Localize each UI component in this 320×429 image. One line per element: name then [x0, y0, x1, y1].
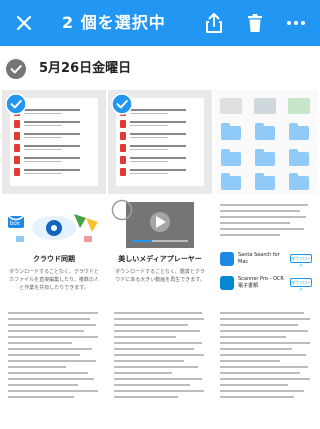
promo-caption-cloud: クラウド同期 [33, 255, 75, 263]
article-text-screenshot [220, 312, 312, 402]
date-section-header: 5月26日金曜日 [0, 54, 320, 84]
promo-caption-media: 美しいメディアプレーヤー [118, 255, 202, 263]
select-all-date-checkbox[interactable] [5, 58, 27, 80]
thumbnail-tile-3[interactable] [214, 90, 318, 194]
thumbnail-tile-7[interactable] [2, 302, 106, 429]
more-options-icon[interactable] [284, 11, 308, 35]
promo-description-cloud: ダウンロードすることなく、クラウドとカファイルを直接編集したり、複数の人と作業を… [9, 269, 99, 291]
app-download-button[interactable]: ダウンロード [290, 278, 312, 292]
selection-count-title: 2 個を選択中 [62, 13, 166, 32]
thumbnail-tile-8[interactable] [108, 302, 212, 429]
app-listing-2: Scanner Pro - OCR 電子書類 ダウンロード [220, 276, 312, 296]
thumbnail-tile-2[interactable] [108, 90, 212, 194]
date-label: 5月26日金曜日 [39, 61, 132, 76]
unselected-checkbox-icon[interactable] [5, 199, 27, 221]
app-name: Santa Search for Mac [238, 252, 280, 265]
media-player-screenshot [126, 202, 194, 248]
app-icon [220, 276, 234, 290]
app-download-button[interactable]: ダウンロード [290, 254, 312, 268]
article-text-screenshot [220, 204, 312, 240]
thumbnail-tile-6[interactable]: Santa Search for Mac ダウンロード Scanner Pro … [214, 196, 318, 300]
thumbnail-tile-5[interactable]: 美しいメディアプレーヤー ダウンロードすることなく、鑑賞とクラウドにある大きい動… [108, 196, 212, 300]
thumbnail-tile-1[interactable] [2, 90, 106, 194]
svg-text:box: box [10, 221, 20, 227]
close-icon[interactable] [12, 11, 36, 35]
selected-checkmark-icon[interactable] [5, 93, 27, 115]
delete-icon[interactable] [243, 11, 267, 35]
share-icon[interactable] [202, 11, 226, 35]
thumbnail-tile-4[interactable]: box クラウド同期 ダウンロードすることなく、クラウドとカファイルを直接編集し… [2, 196, 106, 300]
app-icon [220, 252, 234, 266]
selected-checkmark-icon[interactable] [111, 93, 133, 115]
promo-description-media: ダウンロードすることなく、鑑賞とクラウドにある大きい動画を再生できます。 [115, 269, 205, 283]
article-text-screenshot [8, 312, 100, 402]
thumbnail-tile-9[interactable] [214, 302, 318, 429]
unselected-checkbox-icon[interactable] [111, 199, 133, 221]
app-listing-1: Santa Search for Mac ダウンロード [220, 252, 312, 272]
app-name: Scanner Pro - OCR 電子書類 [238, 276, 284, 289]
folder-grid-screenshot [214, 90, 318, 194]
article-text-screenshot [114, 312, 206, 402]
selection-toolbar: 2 個を選択中 [0, 0, 320, 46]
